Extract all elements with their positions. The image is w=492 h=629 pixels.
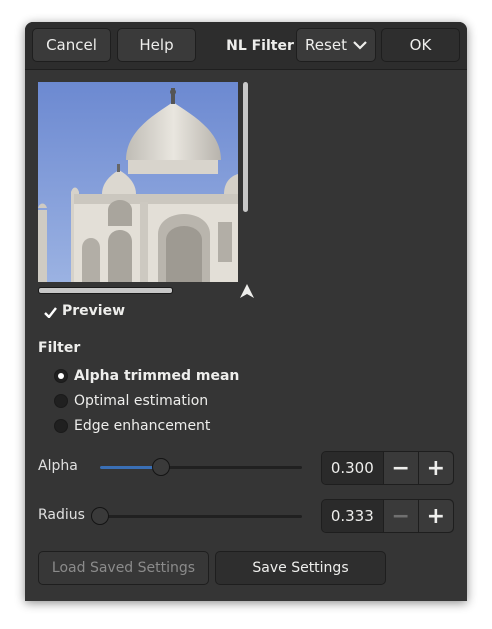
ok-button[interactable]: OK [381,28,460,62]
cancel-button-label: Cancel [46,36,97,54]
radius-slider-track[interactable] [100,515,302,518]
radio-button[interactable] [54,419,68,433]
radius-decrement-button[interactable]: − [383,500,418,532]
help-button-label: Help [139,36,174,54]
dialog-title: NL Filter [226,37,294,54]
save-settings-label: Save Settings [252,560,349,576]
save-settings-button[interactable]: Save Settings [215,551,386,585]
help-button[interactable]: Help [117,28,196,62]
radio-alpha-trimmed-mean[interactable]: Alpha trimmed mean [54,365,239,387]
preview-checkbox[interactable] [43,305,58,320]
preview-image[interactable] [38,82,238,282]
load-saved-settings-button[interactable]: Load Saved Settings [38,551,209,585]
radius-increment-button[interactable]: + [417,500,453,532]
filter-section-label: Filter [38,340,81,356]
load-saved-settings-label: Load Saved Settings [51,560,196,576]
chevron-down-icon [353,40,367,50]
alpha-slider-track[interactable] [100,466,302,469]
taj-mahal-preview [38,82,238,282]
preview-checkbox-label[interactable]: Preview [62,303,125,319]
alpha-decrement-button[interactable]: − [383,452,418,484]
alpha-label: Alpha [38,458,78,474]
alpha-value-field[interactable]: 0.300 [322,452,384,484]
radio-button[interactable] [54,394,68,408]
radius-value-field[interactable]: 0.333 [322,500,384,532]
alpha-spinbutton[interactable]: 0.300 − + [321,451,454,485]
nl-filter-dialog: Cancel Help NL Filter Reset OK Preview F… [25,22,467,601]
radio-edge-enhancement[interactable]: Edge enhancement [54,415,210,437]
radio-label: Alpha trimmed mean [74,368,240,384]
cancel-button[interactable]: Cancel [32,28,111,62]
radius-spinbutton[interactable]: 0.333 − + [321,499,454,533]
alpha-increment-button[interactable]: + [417,452,453,484]
radius-slider-handle[interactable] [91,507,109,525]
radio-label: Optimal estimation [74,393,209,409]
alpha-slider-handle[interactable] [151,458,170,476]
preview-horizontal-scrollbar[interactable] [38,287,173,294]
radio-label: Edge enhancement [74,418,211,434]
radius-label: Radius [38,507,85,523]
navigate-icon[interactable] [238,283,256,303]
checkmark-icon [44,307,57,318]
header-bar: Cancel Help NL Filter Reset OK [25,22,467,70]
preview-vertical-scrollbar[interactable] [243,82,248,212]
ok-button-label: OK [409,36,432,54]
radio-optimal-estimation[interactable]: Optimal estimation [54,390,208,412]
radio-button[interactable] [54,369,68,383]
reset-button-label: Reset [305,36,347,54]
reset-dropdown-button[interactable]: Reset [296,28,376,62]
